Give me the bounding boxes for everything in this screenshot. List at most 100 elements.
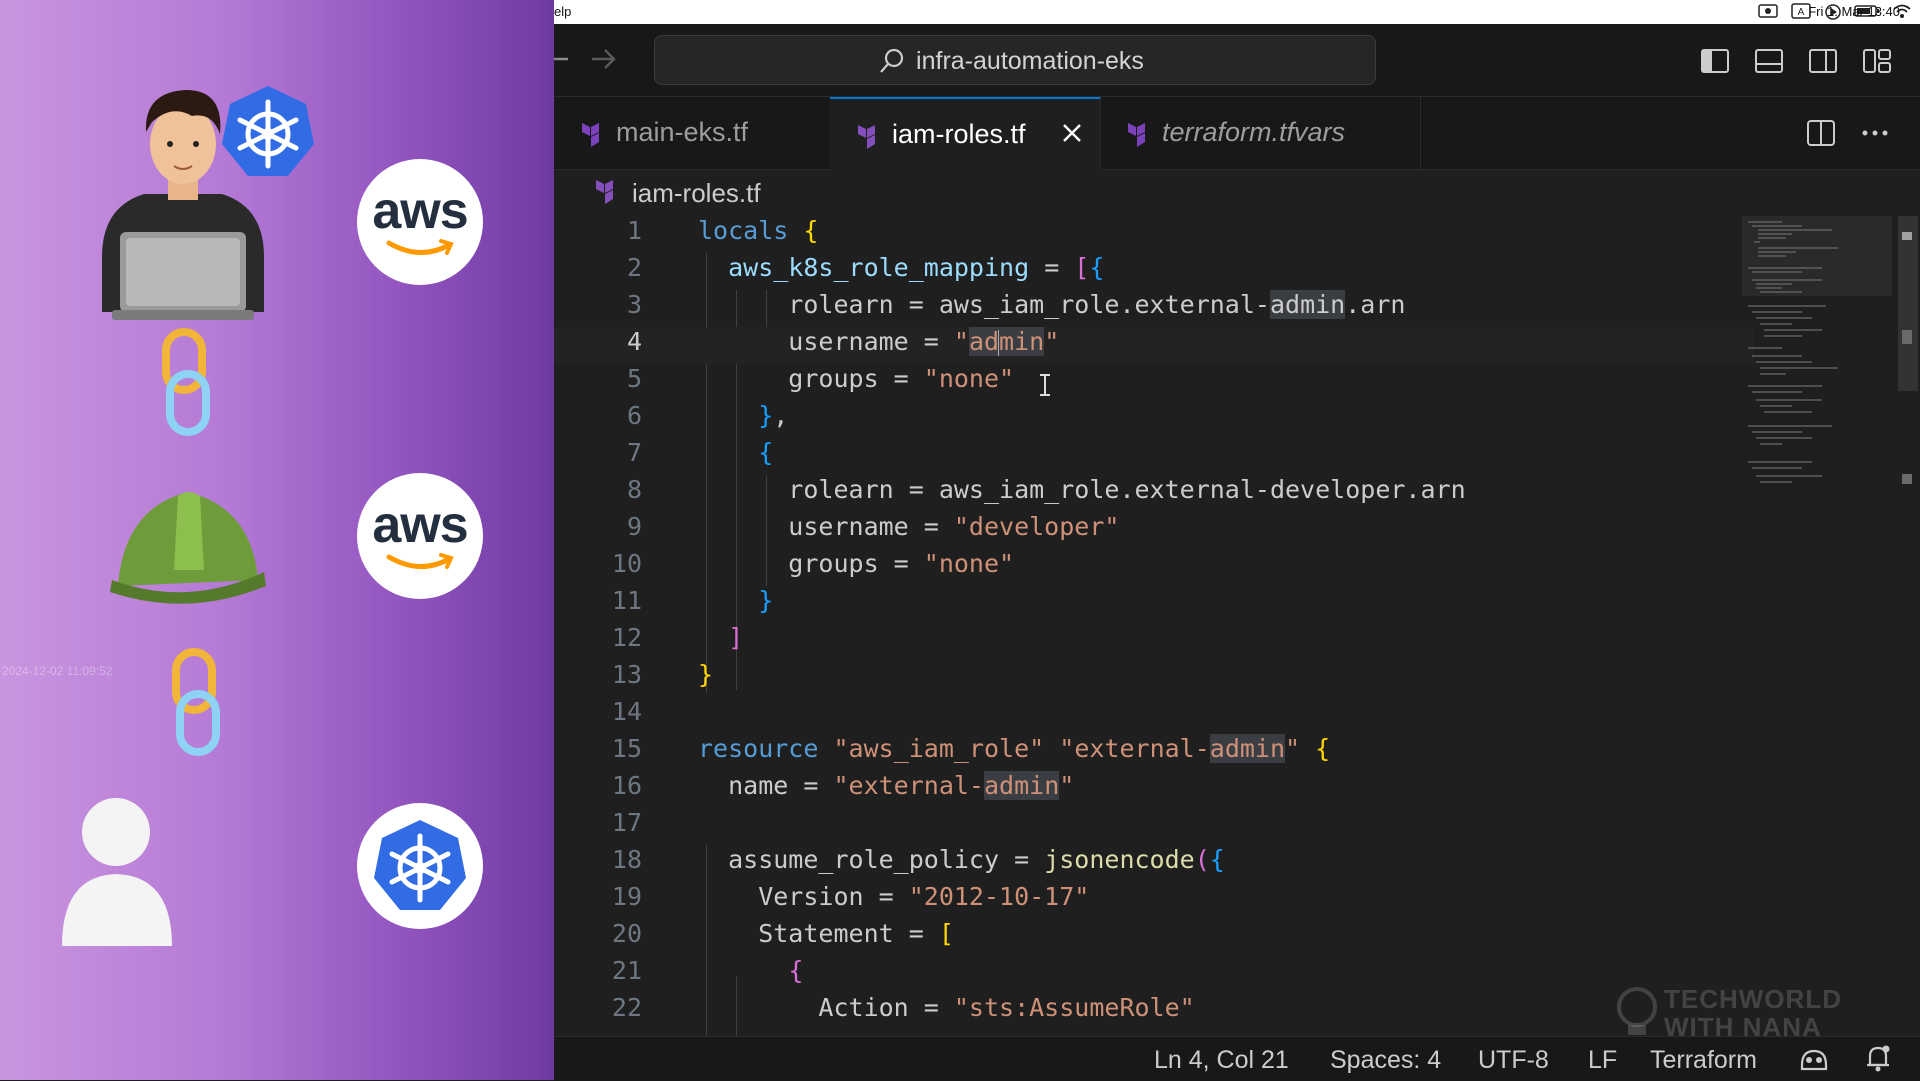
kubernetes-icon (374, 820, 466, 910)
customize-layout-icon[interactable] (1862, 48, 1892, 74)
code-token: name = (698, 771, 834, 800)
code-line[interactable]: 6 }, (554, 401, 1754, 438)
person-icon (62, 798, 172, 946)
code-line[interactable]: 4 username = "admin" (554, 327, 1754, 364)
code-token: username = (698, 512, 954, 541)
code-area[interactable]: 1 locals {2 aws_k8s_role_mapping = [{3 ro… (554, 216, 1920, 1036)
code-token: jsonencode (1044, 845, 1195, 874)
code-line[interactable]: 1 locals { (554, 216, 1754, 253)
line-number: 7 (626, 438, 642, 467)
code-token: " (953, 327, 969, 356)
split-editor-icon[interactable] (1806, 119, 1836, 147)
file-encoding[interactable]: UTF-8 (1478, 1046, 1549, 1075)
code-line[interactable]: 5 groups = "none" (554, 364, 1754, 401)
code-line[interactable]: 15 resource "aws_iam_role" "external-admi… (554, 734, 1754, 771)
system-menubar: elp A Fri 1. Mar 13:40 (554, 0, 1920, 24)
workspace-name: infra-automation-eks (916, 47, 1144, 75)
indentation[interactable]: Spaces: 4 (1330, 1046, 1441, 1075)
code-token: resource (698, 734, 819, 763)
code-token: "2012-10-17" (908, 882, 1090, 911)
code-line[interactable]: 22 Action = "sts:AssumeRole" (554, 993, 1754, 1030)
toggle-primary-sidebar-icon[interactable] (1700, 48, 1730, 74)
scrollbar-thumb[interactable] (1898, 216, 1918, 391)
code-token: "developer" (953, 512, 1120, 541)
code-token: "aws_iam_role" (833, 734, 1045, 763)
code-line[interactable]: 13} (554, 660, 1754, 697)
terraform-file-icon (596, 180, 613, 204)
code-token: min (999, 327, 1045, 356)
code-line[interactable]: 18 assume_role_policy = jsonencode({ (554, 845, 1754, 882)
vertical-scrollbar[interactable] (1894, 216, 1920, 1036)
code-line[interactable]: 16 name = "external-admin" (554, 771, 1754, 808)
tab-terraform-tfvars[interactable]: terraform.tfvars (1100, 97, 1421, 169)
chain-link-icon (162, 328, 210, 436)
command-center-search[interactable]: infra-automation-eks (654, 35, 1376, 85)
forward-arrow-icon[interactable] (590, 46, 618, 72)
line-number: 18 (611, 845, 642, 874)
code-token: admin (1269, 290, 1346, 319)
line-number: 5 (626, 364, 642, 393)
code-line[interactable]: 11 } (554, 586, 1754, 623)
line-source: Statement = [ (698, 919, 954, 948)
terraform-file-icon (582, 123, 599, 147)
copilot-icon[interactable] (1798, 1045, 1830, 1073)
line-source: groups = "none" (698, 364, 1014, 393)
tab-main-eks[interactable]: main-eks.tf (554, 97, 831, 169)
toggle-panel-icon[interactable] (1754, 48, 1784, 74)
language-mode[interactable]: Terraform (1650, 1046, 1757, 1075)
tab-label: terraform.tfvars (1162, 117, 1346, 147)
kubernetes-badge (357, 803, 483, 929)
line-number: 1 (626, 216, 642, 245)
code-token: "sts:AssumeRole" (953, 993, 1195, 1022)
line-source: name = "external-admin" (698, 771, 1074, 800)
code-token: rolearn = (698, 290, 939, 319)
back-arrow-icon[interactable] (554, 46, 570, 72)
menubar-clock[interactable]: Fri 1. Mar 13:40 (1808, 4, 1900, 19)
menu-help-fragment[interactable]: elp (554, 4, 571, 19)
code-line[interactable]: 20 Statement = [ (554, 919, 1754, 956)
line-number: 17 (611, 808, 642, 837)
code-token: "external- (833, 771, 984, 800)
line-source: { (698, 956, 803, 985)
bell-icon[interactable] (1864, 1043, 1892, 1073)
code-line[interactable]: 7 { (554, 438, 1754, 475)
code-line[interactable]: 19 Version = "2012-10-17" (554, 882, 1754, 919)
editor-tab-bar: main-eks.tf iam-roles.tf terraform.tfvar… (554, 97, 1920, 170)
code-line[interactable]: 17 (554, 808, 1754, 845)
minimap[interactable] (1742, 216, 1892, 556)
cursor-position[interactable]: Ln 4, Col 21 (1154, 1046, 1289, 1075)
code-line[interactable]: 2 aws_k8s_role_mapping = [{ (554, 253, 1754, 290)
code-line[interactable]: 14 (554, 697, 1754, 734)
code-line[interactable]: 8 rolearn = aws_iam_role.external-develo… (554, 475, 1754, 512)
toggle-secondary-sidebar-icon[interactable] (1808, 48, 1838, 74)
line-ending[interactable]: LF (1588, 1046, 1617, 1075)
code-editor-window: elp A Fri 1. Mar 13:40 infra-automation-… (554, 0, 1920, 1081)
title-bar: infra-automation-eks (554, 24, 1920, 97)
code-token: = (1029, 253, 1075, 282)
screen-record-icon[interactable] (1758, 3, 1778, 19)
more-icon[interactable] (1860, 119, 1890, 147)
line-source: Action = "sts:AssumeRole" (698, 993, 1195, 1022)
tab-iam-roles[interactable]: iam-roles.tf (830, 97, 1101, 170)
code-token: "external- (1059, 734, 1210, 763)
line-source: ] (698, 623, 743, 652)
code-line[interactable]: 10 groups = "none" (554, 549, 1754, 586)
code-line[interactable]: 3 rolearn = aws_iam_role.external-admin.… (554, 290, 1754, 327)
code-token: { (1089, 253, 1105, 282)
aws-logo: aws (357, 473, 483, 599)
line-number: 6 (626, 401, 642, 430)
code-token: aws_k8s_role_mapping (728, 253, 1030, 282)
code-token: [ (938, 919, 954, 948)
code-line[interactable]: 21 { (554, 956, 1754, 993)
lightbulb-icon (1617, 987, 1657, 1035)
code-line[interactable]: 9 username = "developer" (554, 512, 1754, 549)
code-token: "none" (923, 364, 1015, 393)
code-line[interactable]: 12 ] (554, 623, 1754, 660)
close-icon[interactable] (1060, 121, 1084, 145)
